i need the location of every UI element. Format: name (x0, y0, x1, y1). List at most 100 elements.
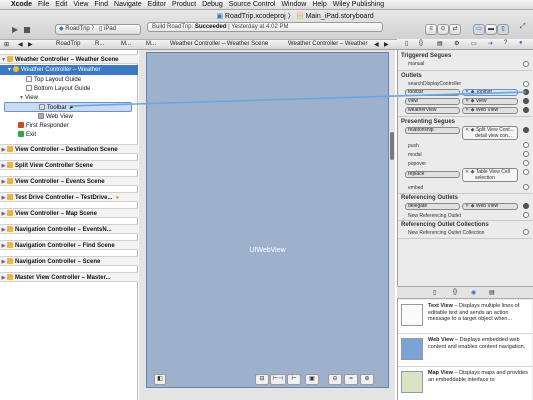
custom-connection-circle[interactable] (523, 169, 529, 175)
fullscreen-icon[interactable]: ⤢ (520, 23, 526, 31)
menu-file[interactable]: File (38, 1, 49, 8)
outline-scene-find[interactable]: ▶ Navigation Controller – Find Scene (0, 240, 138, 250)
menu-source-control[interactable]: Source Control (229, 1, 276, 8)
outline-scene-map[interactable]: ▶ View Controller – Map Scene (0, 208, 138, 218)
standard-editor-button[interactable]: ≡ (425, 24, 437, 35)
relationship-connection-circle[interactable] (523, 127, 529, 133)
quick-help-icon[interactable]: {} (419, 40, 423, 46)
disclosure-closed-icon[interactable]: ▶ (0, 209, 7, 219)
web-view-canvas[interactable] (146, 52, 389, 388)
outlet-view[interactable]: view (405, 98, 460, 105)
outlet-toolbar-target[interactable]: ✕ ◆ Toolbar (462, 89, 518, 96)
media-library-icon[interactable]: ▤ (489, 289, 495, 296)
crumb-folder[interactable]: R... (95, 41, 104, 47)
disclosure-closed-icon[interactable]: ▶ (0, 161, 7, 171)
outline-toolbar[interactable]: Toolbar ➤ (4, 102, 132, 112)
identity-inspector-icon[interactable]: ▤ (437, 40, 443, 47)
attributes-inspector-icon[interactable]: ⚙ (454, 40, 459, 47)
outline-scene-split[interactable]: ▶ Split View Controller Scene (0, 160, 138, 170)
menu-wiley[interactable]: Wiley Publishing (333, 1, 384, 8)
outlet-weatherview-target[interactable]: ✕ ◆ Web View (462, 107, 518, 114)
pin-button[interactable]: ⊢⊣ (270, 374, 286, 385)
remove-connection-icon[interactable]: ✕ ◆ (465, 204, 476, 209)
embed-connection-circle[interactable] (523, 184, 529, 190)
crumb-forward-icon[interactable]: ▶ (384, 41, 389, 48)
run-button[interactable]: ▶ (12, 25, 18, 34)
menu-app[interactable]: Xcode (11, 1, 32, 8)
size-inspector-icon[interactable]: ▭ (471, 40, 477, 47)
disclosure-closed-icon[interactable]: ▶ (0, 145, 7, 155)
zoom-in-button[interactable]: ⊕ (360, 374, 374, 385)
scheme-selector[interactable]: ◆ RoadTrip 〉 ▯ iPad (55, 24, 141, 35)
outline-scene-events[interactable]: ▶ View Controller – Events Scene (0, 176, 138, 186)
connections-tab-icon[interactable]: ● (519, 40, 523, 46)
crumb-scene[interactable]: Weather Controller – Weather Scene (170, 41, 268, 47)
menu-editor[interactable]: Editor (148, 1, 166, 8)
outline-scene-testdrive[interactable]: ▶ Test Drive Controller – TestDrive... ● (0, 192, 138, 202)
outlet-toolbar[interactable]: toolbar (405, 89, 460, 96)
segue-replace-target[interactable]: ✕ ◆ Table View Cell selection (462, 168, 518, 182)
menu-edit[interactable]: Edit (55, 1, 67, 8)
stop-button[interactable] (24, 27, 30, 33)
outlet-weatherview[interactable]: weatherView (405, 107, 460, 114)
toolbar-connection-circle[interactable] (523, 89, 529, 95)
navigator-toggle-button[interactable]: ▭ (473, 24, 485, 35)
outline-toggle-button[interactable]: ◧ (154, 374, 166, 385)
outline-scene-weather[interactable]: ▼ Weather Controller – Weather Scene (0, 54, 138, 64)
library-item-text-view[interactable]: Text View – Displays multiple lines of e… (398, 300, 532, 334)
crumb-project[interactable]: RoadTrip (56, 41, 80, 47)
related-items-icon[interactable]: ⊞ (4, 41, 9, 48)
code-snippet-icon[interactable]: {} (453, 289, 457, 295)
remove-connection-icon[interactable]: ✕ ◆ (465, 99, 476, 104)
segue-replace[interactable]: replace (405, 171, 460, 178)
segue-relationship-target[interactable]: ✕ ◆ Split View Cont... detail view con... (462, 126, 518, 140)
outline-scene-nav[interactable]: ▶ Navigation Controller – Scene (0, 256, 138, 266)
utilities-toggle-button[interactable]: ▯ (497, 24, 509, 35)
outline-scene-destination[interactable]: ▶ View Controller – Destination Scene (0, 144, 138, 154)
ref-delegate-target[interactable]: ✕ ◆ Web View (462, 203, 518, 210)
resolve-button[interactable]: ⊢ (287, 374, 301, 385)
outline-exit[interactable]: Exit (0, 130, 138, 140)
align-button[interactable]: ⊟ (255, 374, 269, 385)
menu-find[interactable]: Find (94, 1, 108, 8)
library-item-map-view[interactable]: Map View – Displays maps and provides an… (398, 367, 532, 400)
connections-inspector-icon[interactable]: ➜ (488, 40, 493, 47)
outline-weather-controller[interactable]: ▼ Weather Controller – Weather (0, 65, 138, 75)
push-connection-circle[interactable] (523, 142, 529, 148)
modal-connection-circle[interactable] (523, 151, 529, 157)
forward-icon[interactable]: ▶ (28, 41, 33, 48)
disclosure-closed-icon[interactable]: ▶ (0, 273, 7, 283)
resize-button[interactable]: ▣ (305, 374, 319, 385)
crumb-file-2[interactable]: M... (146, 41, 156, 47)
weatherview-connection-circle[interactable] (523, 107, 529, 113)
disclosure-closed-icon[interactable]: ▶ (0, 225, 7, 235)
crumb-file[interactable]: M... (121, 41, 131, 47)
debug-toggle-button[interactable]: ▬ (485, 24, 497, 35)
menu-debug[interactable]: Debug (202, 1, 223, 8)
file-inspector-icon[interactable]: ▯ (405, 40, 408, 47)
popover-connection-circle[interactable] (523, 160, 529, 166)
view-connection-circle[interactable] (523, 98, 529, 104)
disclosure-open-icon[interactable]: ▼ (0, 55, 7, 65)
outline-scene-events-nav[interactable]: ▶ Navigation Controller – EventsN... (0, 224, 138, 234)
version-editor-button[interactable]: ⇄ (449, 24, 461, 35)
library-item-web-view[interactable]: Web View – Displays embedded web content… (398, 334, 532, 367)
disclosure-closed-icon[interactable]: ▶ (0, 177, 7, 187)
outline-scene-master[interactable]: ▶ Master View Controller – Master... (0, 272, 138, 282)
canvas-scrollbar[interactable] (390, 132, 394, 160)
menu-window[interactable]: Window (281, 1, 306, 8)
search-connection-circle[interactable] (523, 81, 529, 87)
segue-relationship[interactable]: relationship (405, 127, 460, 134)
new-ref-connection-circle[interactable] (523, 212, 529, 218)
assistant-editor-button[interactable]: ⊙ (437, 24, 449, 35)
remove-connection-icon[interactable]: ✕ ◆ (465, 108, 476, 113)
disclosure-closed-icon[interactable]: ▶ (0, 241, 7, 251)
new-ref-collection-circle[interactable] (523, 229, 529, 235)
file-template-icon[interactable]: ▯ (433, 289, 436, 296)
crumb-controller[interactable]: Weather Controller – Weather (288, 41, 367, 47)
delegate-connection-circle[interactable] (523, 203, 529, 209)
zoom-fit-button[interactable]: = (344, 374, 358, 385)
menu-help[interactable]: Help (312, 1, 326, 8)
disclosure-closed-icon[interactable]: ▶ (0, 257, 7, 267)
ref-delegate[interactable]: delegate (405, 203, 460, 210)
